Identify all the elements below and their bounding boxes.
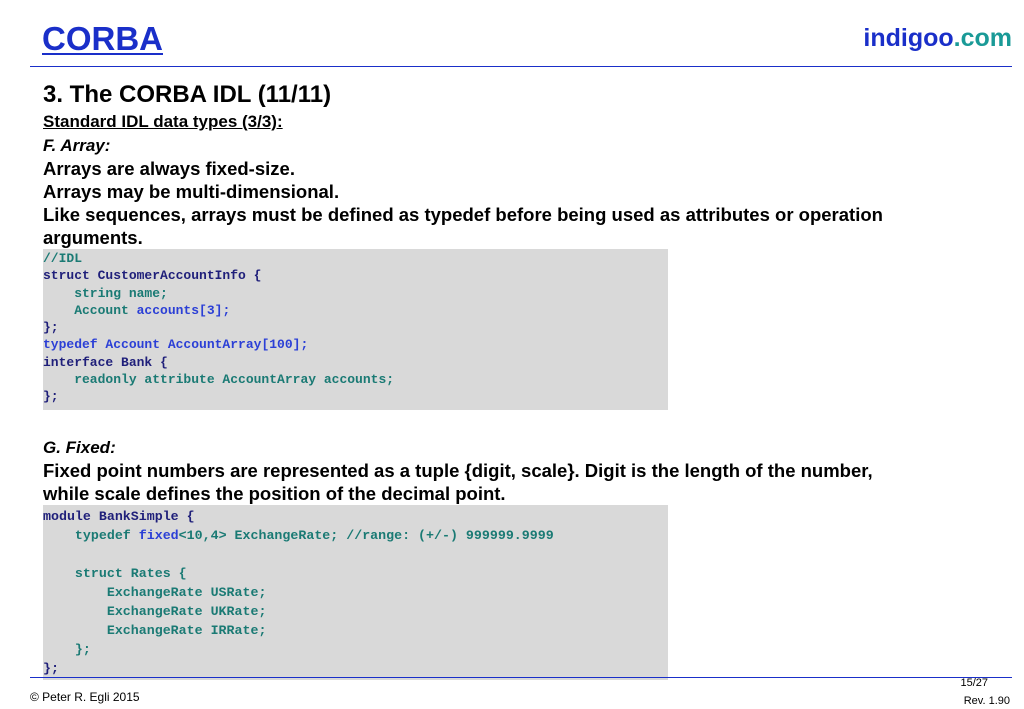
code-line: module BankSimple { (43, 508, 195, 524)
code-line: ExchangeRate IRRate; (43, 622, 267, 638)
code-token: typedef Account (43, 337, 168, 353)
brand-main: indigoo (863, 24, 954, 52)
fixed-heading: G. Fixed: (43, 437, 116, 457)
copyright: © Peter R. Egli 2015 (30, 690, 140, 704)
array-line: arguments. (43, 227, 143, 248)
subtitle: Standard IDL data types (3/3): (43, 112, 283, 131)
brand-suffix: .com (953, 24, 1012, 52)
footer-divider (30, 677, 1012, 678)
code-line: interface Bank { (43, 354, 168, 370)
code-line: }; (43, 389, 59, 405)
page-number: 15/27 (960, 677, 988, 689)
code-line: typedef fixed<10,4> ExchangeRate; //rang… (43, 526, 668, 545)
header-divider (30, 66, 1012, 67)
code-token: accounts[3]; (136, 302, 231, 318)
code-line: ExchangeRate UKRate; (43, 603, 267, 619)
section-title: 3. The CORBA IDL (11/11) (43, 81, 332, 108)
slide-content: 3. The CORBA IDL (11/11) Standard IDL da… (43, 80, 1013, 680)
array-heading: F. Array: (43, 136, 111, 155)
array-line: Arrays may be multi-dimensional. (43, 181, 340, 202)
code-line: ExchangeRate USRate; (43, 584, 267, 600)
revision: Rev. 1.90 (963, 695, 1010, 707)
fixed-line: while scale defines the position of the … (43, 482, 506, 504)
code-line: string name; (43, 285, 168, 301)
code-line: }; (43, 641, 91, 657)
code-token: AccountArray[100]; (167, 337, 309, 353)
code-line: struct CustomerAccountInfo { (43, 268, 262, 284)
header-title: CORBA (42, 20, 163, 57)
code-token: Account (43, 302, 137, 318)
code-line: struct Rates { (43, 565, 187, 581)
array-line: Like sequences, arrays must be defined a… (43, 204, 883, 225)
code-line: typedef Account AccountArray[100]; (43, 336, 668, 353)
code-token: <10,4> ExchangeRate; //range: (+/-) 9999… (178, 527, 554, 543)
code-block-array: //IDL struct CustomerAccountInfo { strin… (43, 249, 668, 410)
brand-logo: indigoo.com (863, 24, 1012, 53)
code-line: ​ (43, 545, 668, 564)
code-token: fixed (138, 527, 179, 543)
code-line: readonly attribute AccountArray accounts… (43, 372, 395, 388)
code-line: Account accounts[3]; (43, 302, 668, 319)
code-line: }; (43, 320, 59, 336)
code-line: //IDL (43, 251, 83, 266)
code-line: }; (43, 660, 59, 676)
code-block-fixed: module BankSimple { typedef fixed<10,4> … (43, 504, 668, 680)
array-line: Arrays are always fixed-size. (43, 158, 295, 179)
code-token: typedef (43, 527, 139, 543)
fixed-line: Fixed point numbers are represented as a… (43, 459, 873, 481)
